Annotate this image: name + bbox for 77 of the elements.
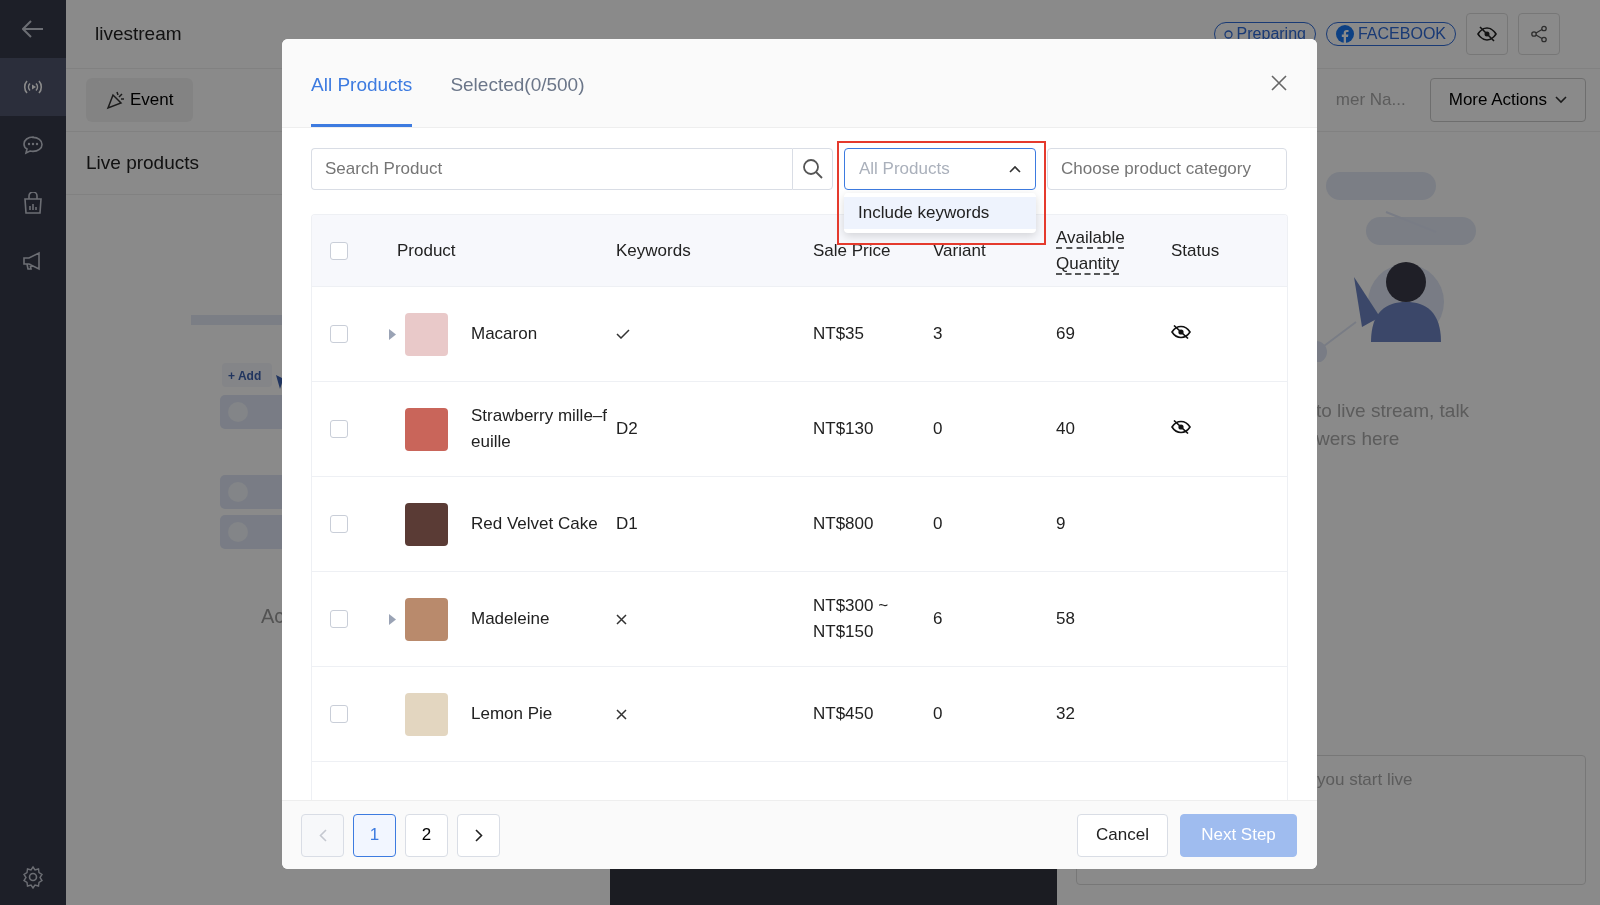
variant-cell-text: 3 — [933, 323, 944, 345]
expand-triangle-icon[interactable] — [389, 613, 396, 625]
quantity-cell-text: 32 — [1056, 703, 1076, 725]
chevron-down-icon — [1555, 96, 1567, 104]
row-checkbox[interactable] — [330, 705, 348, 723]
checkmark-icon — [616, 329, 630, 339]
eye-slash-icon — [1477, 26, 1497, 42]
column-header: Keywords — [616, 240, 692, 261]
variant-cell-text: 0 — [933, 418, 944, 440]
status-dot-icon — [1223, 29, 1233, 39]
product-name: Madeleine — [471, 608, 551, 630]
sidebar-item[interactable] — [0, 58, 66, 116]
back-arrow-icon[interactable] — [22, 20, 44, 38]
tab[interactable]: Selected(0/500) — [450, 74, 585, 127]
share-button[interactable] — [1518, 13, 1560, 55]
quantity-cell-text: 69 — [1056, 323, 1076, 345]
share-icon — [1530, 25, 1548, 43]
product-name: Red Velvet Cake — [471, 513, 599, 535]
add-label: + Add — [228, 369, 262, 383]
more-actions-button[interactable]: More Actions — [1429, 78, 1586, 122]
next-page-button[interactable] — [457, 813, 500, 857]
dropdown-option[interactable]: Include keywords — [844, 197, 1036, 229]
price-cell-text: NT$300 ~ NT$150 — [813, 595, 890, 643]
price-cell-text: NT$800 — [813, 513, 875, 535]
price-cell-text: NT$130 — [813, 418, 875, 440]
price-cell-text: NT$35 — [813, 323, 866, 345]
page-button[interactable]: 1 — [353, 813, 396, 857]
photo-placeholder — [405, 312, 448, 356]
keyword-text: D1 — [616, 514, 638, 534]
product-name: Strawberry mille–feuille — [471, 405, 609, 453]
chevron-icon — [1009, 165, 1021, 173]
category-field[interactable]: Choose product category — [1047, 148, 1287, 190]
search-icon — [801, 158, 824, 180]
close-icon[interactable] — [1271, 75, 1287, 91]
row-checkbox[interactable] — [330, 610, 348, 628]
quantity-cell-text: 9 — [1056, 513, 1067, 535]
product-name: Lemon Pie — [471, 703, 554, 725]
search-button[interactable] — [792, 148, 833, 190]
select-all-checkbox[interactable] — [330, 241, 348, 260]
product-name: Macaron — [471, 323, 539, 345]
variant-cell-text: 0 — [933, 513, 944, 535]
party-popper-icon — [106, 90, 126, 110]
expand-triangle-icon[interactable] — [389, 328, 396, 340]
shopping-bag-icon — [22, 192, 44, 214]
page-title: livestream — [95, 23, 182, 45]
photo-placeholder — [405, 502, 448, 546]
quantity-cell-text: 40 — [1056, 418, 1076, 440]
facebook-logo-icon — [1335, 25, 1354, 43]
row-checkbox[interactable] — [330, 325, 348, 343]
column-header: Product — [396, 240, 457, 261]
column-header: Available Quantity — [1056, 226, 1126, 275]
event-button[interactable]: Event — [86, 78, 194, 122]
dialog-button[interactable]: Cancel — [1077, 813, 1168, 857]
column-header: Variant — [933, 240, 987, 261]
quantity-cell-text: 58 — [1056, 608, 1076, 630]
price-cell-text: NT$450 — [813, 703, 875, 725]
product-filter-select[interactable]: All Products — [844, 148, 1036, 190]
photo-placeholder — [405, 407, 448, 451]
chevron-left-icon — [318, 828, 327, 842]
photo-placeholder — [405, 597, 448, 641]
cross-icon — [616, 708, 627, 720]
settings-icon[interactable] — [21, 865, 45, 889]
variant-cell-text: 0 — [933, 703, 944, 725]
chat-bubble-icon — [22, 135, 44, 155]
broadcast-icon — [22, 79, 44, 95]
chevron-right-icon — [474, 828, 483, 842]
variant-cell-text: 6 — [933, 608, 944, 630]
search-field[interactable]: Search Product — [311, 148, 792, 190]
photo-placeholder — [405, 692, 448, 736]
row-checkbox[interactable] — [330, 420, 348, 438]
visibility-button[interactable] — [1466, 13, 1508, 55]
tab[interactable]: All Products — [311, 74, 413, 127]
cross-icon — [616, 613, 627, 625]
keyword-text: D2 — [616, 419, 638, 439]
row-checkbox[interactable] — [330, 515, 348, 533]
page-button[interactable]: 2 — [405, 813, 448, 857]
column-header: Status — [1171, 240, 1221, 261]
